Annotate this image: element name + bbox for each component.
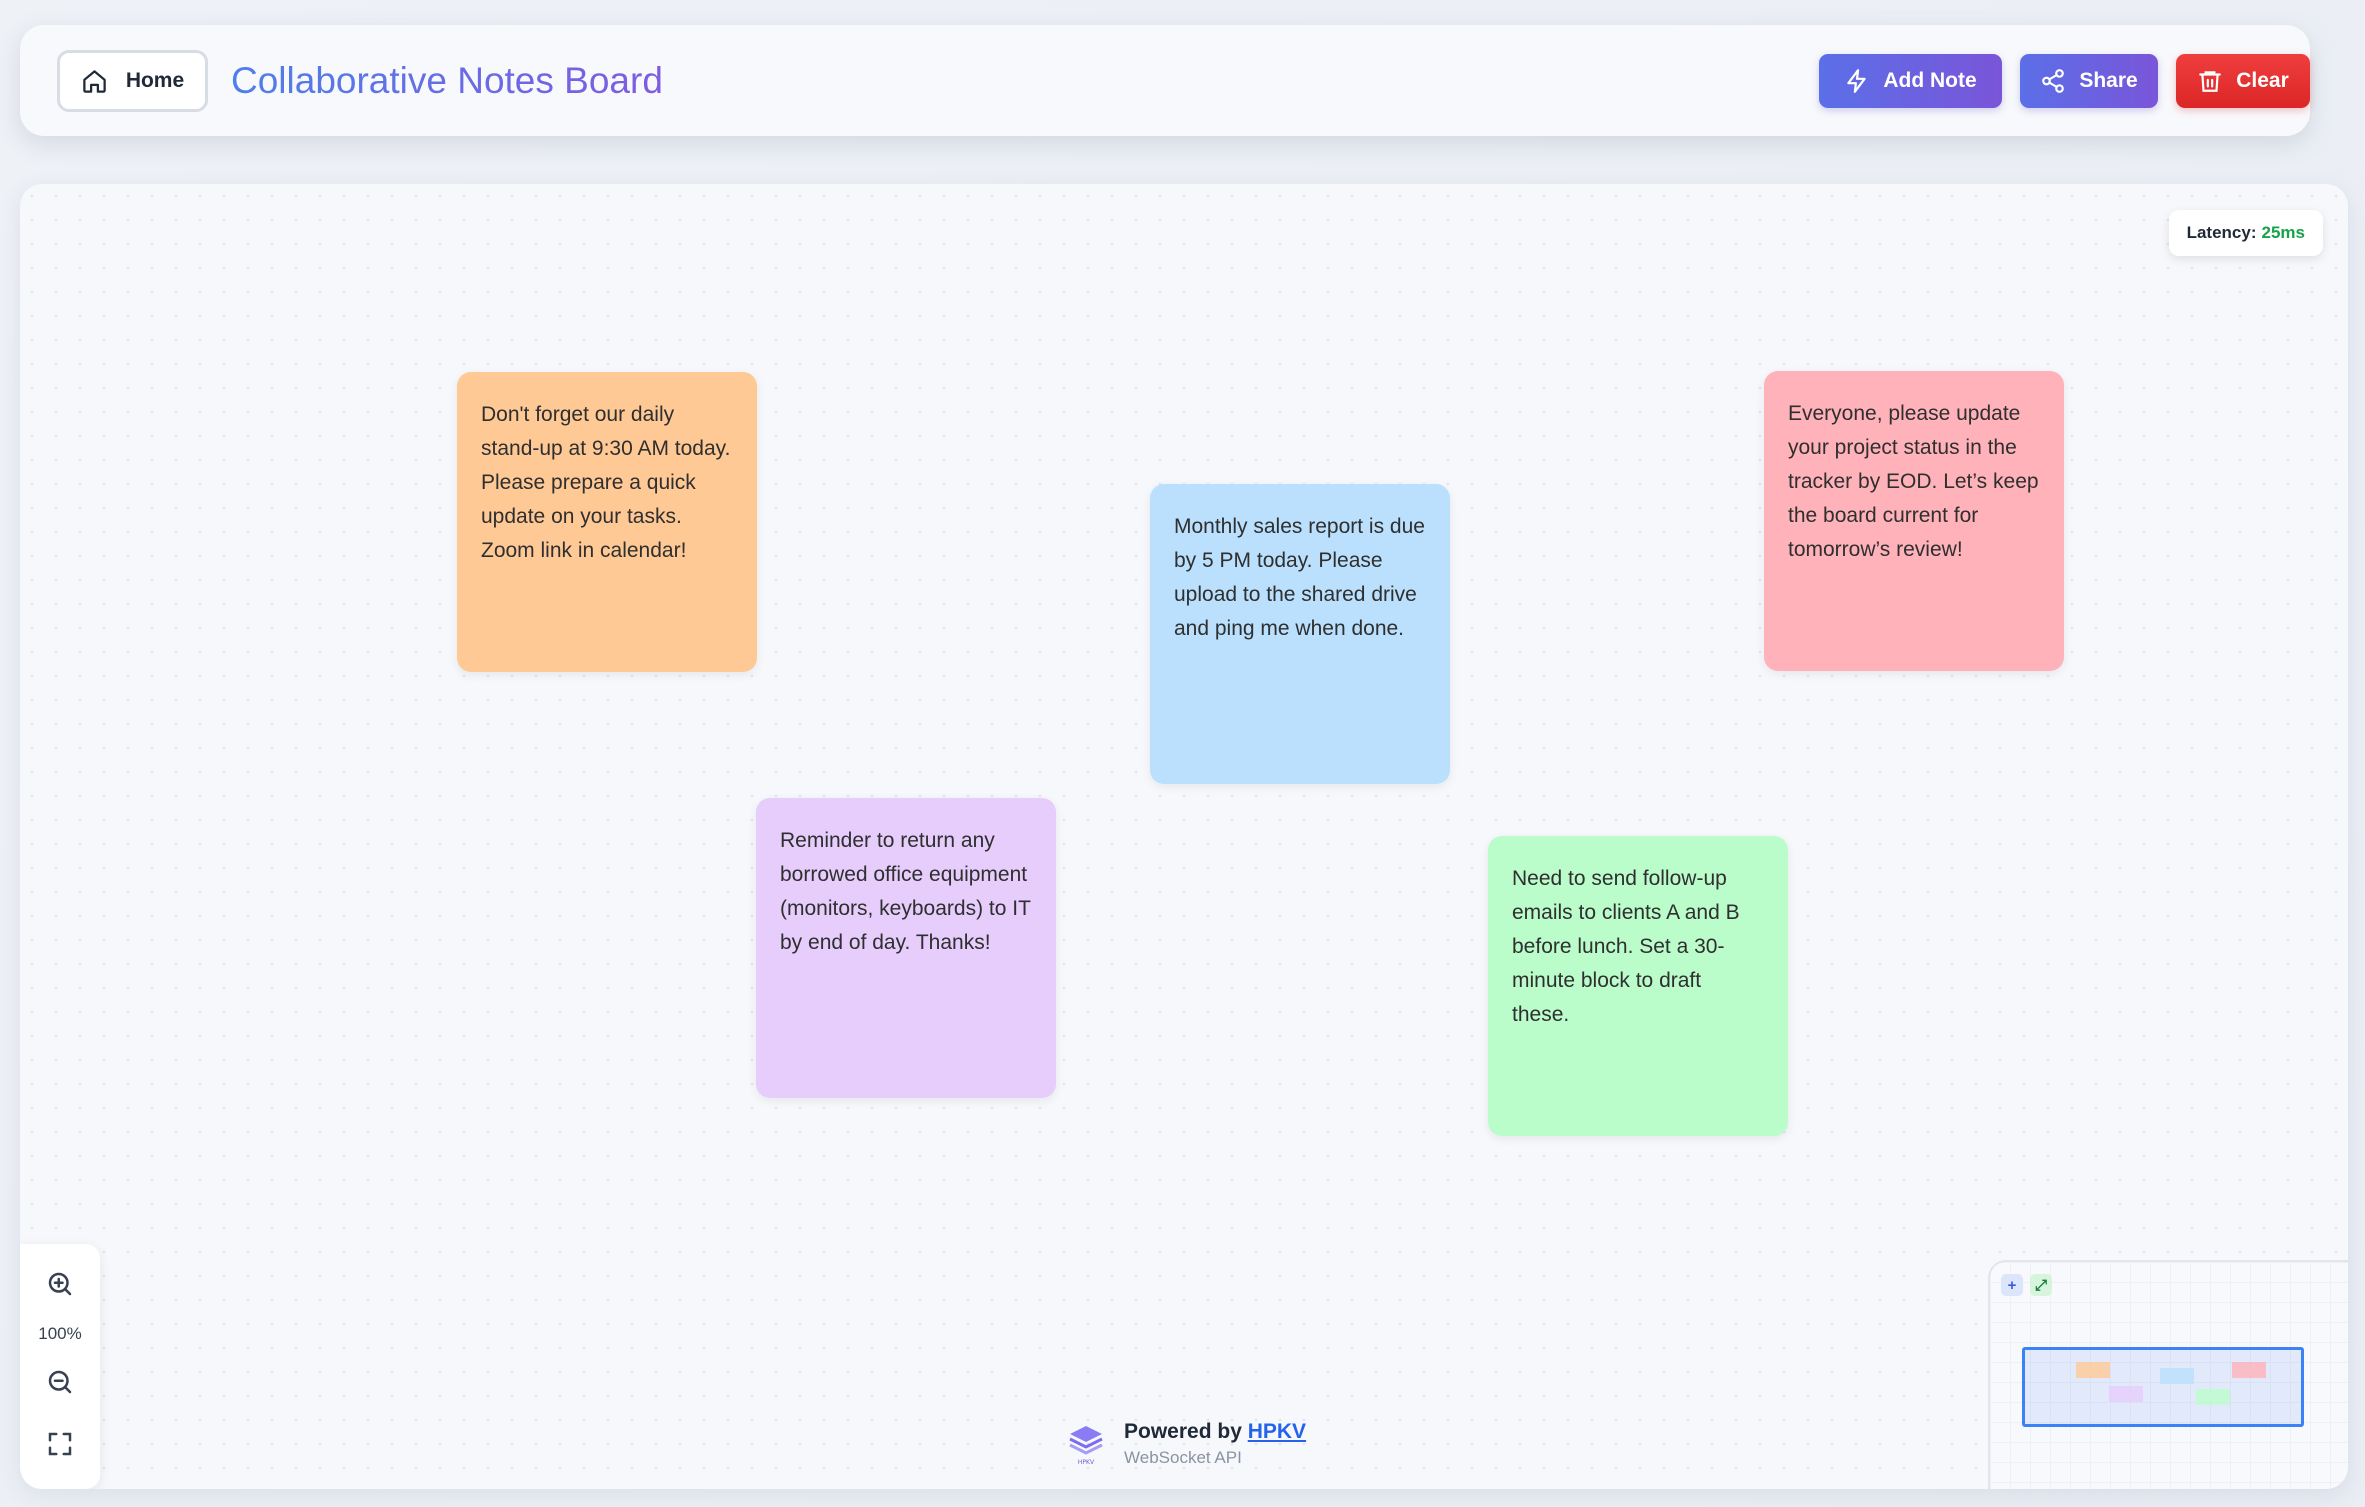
- zoom-out-icon: [48, 1370, 72, 1394]
- lightning-icon: [1847, 69, 1866, 93]
- zoom-in-icon: [48, 1272, 72, 1296]
- share-button[interactable]: Share: [2020, 54, 2158, 108]
- svg-text:HPKV: HPKV: [1078, 1459, 1095, 1466]
- share-icon: [2042, 69, 2065, 93]
- minimap-zoom-button[interactable]: +: [2001, 1274, 2023, 1296]
- minimap-expand-button[interactable]: ⤢: [2030, 1274, 2052, 1296]
- hpkv-logo-icon: HPKV: [1069, 1426, 1103, 1466]
- minimap-note: [2160, 1368, 2194, 1384]
- fullscreen-icon: [48, 1432, 72, 1456]
- zoom-controls: 100%: [20, 1244, 100, 1489]
- minimap-note: [2232, 1362, 2266, 1378]
- powered-by: HPKV Powered by HPKV WebSocket API: [1066, 1420, 1306, 1468]
- minimap-note: [2196, 1389, 2230, 1405]
- fit-view-button[interactable]: [40, 1424, 80, 1464]
- notes-board[interactable]: Latency: 25ms Don't forget our daily sta…: [20, 184, 2348, 1489]
- note-text: Don't forget our daily stand-up at 9:30 …: [481, 403, 731, 562]
- zoom-in-button[interactable]: [40, 1264, 80, 1304]
- note-text: Need to send follow-up emails to clients…: [1512, 867, 1740, 1026]
- sticky-note[interactable]: Everyone, please update your project sta…: [1764, 371, 2064, 671]
- note-text: Reminder to return any borrowed office e…: [780, 829, 1031, 954]
- zoom-level: 100%: [38, 1324, 82, 1343]
- trash-icon: [2199, 71, 2222, 92]
- page-title: Collaborative Notes Board: [231, 59, 663, 103]
- add-note-label: Add Note: [1883, 69, 1977, 92]
- latency-indicator: Latency: 25ms: [2168, 210, 2323, 256]
- add-note-button[interactable]: Add Note: [1819, 54, 2002, 108]
- sticky-note[interactable]: Monthly sales report is due by 5 PM toda…: [1150, 484, 1450, 784]
- powered-subtitle: WebSocket API: [1124, 1448, 1242, 1467]
- top-header: Home Collaborative Notes Board Add Note …: [20, 25, 2310, 136]
- latency-label: Latency:: [2186, 223, 2257, 242]
- zoom-out-button[interactable]: [40, 1362, 80, 1402]
- powered-prefix: Powered by: [1124, 1420, 1242, 1443]
- home-button[interactable]: Home: [57, 50, 208, 112]
- sticky-note[interactable]: Reminder to return any borrowed office e…: [756, 798, 1056, 1098]
- minimap-viewport[interactable]: [2022, 1347, 2304, 1427]
- minimap-note: [2076, 1362, 2110, 1378]
- share-label: Share: [2079, 69, 2138, 92]
- minimap[interactable]: + ⤢: [1988, 1260, 2348, 1489]
- note-text: Everyone, please update your project sta…: [1788, 402, 2039, 561]
- note-text: Monthly sales report is due by 5 PM toda…: [1174, 515, 1425, 640]
- hpkv-link[interactable]: HPKV: [1248, 1420, 1306, 1443]
- minimap-note: [2109, 1386, 2143, 1402]
- sticky-note[interactable]: Don't forget our daily stand-up at 9:30 …: [457, 372, 757, 672]
- home-button-label: Home: [125, 69, 185, 92]
- clear-label: Clear: [2236, 69, 2289, 92]
- home-icon: [83, 69, 106, 93]
- sticky-note[interactable]: Need to send follow-up emails to clients…: [1488, 836, 1788, 1136]
- clear-button[interactable]: Clear: [2176, 54, 2310, 108]
- latency-value: 25ms: [2261, 223, 2305, 242]
